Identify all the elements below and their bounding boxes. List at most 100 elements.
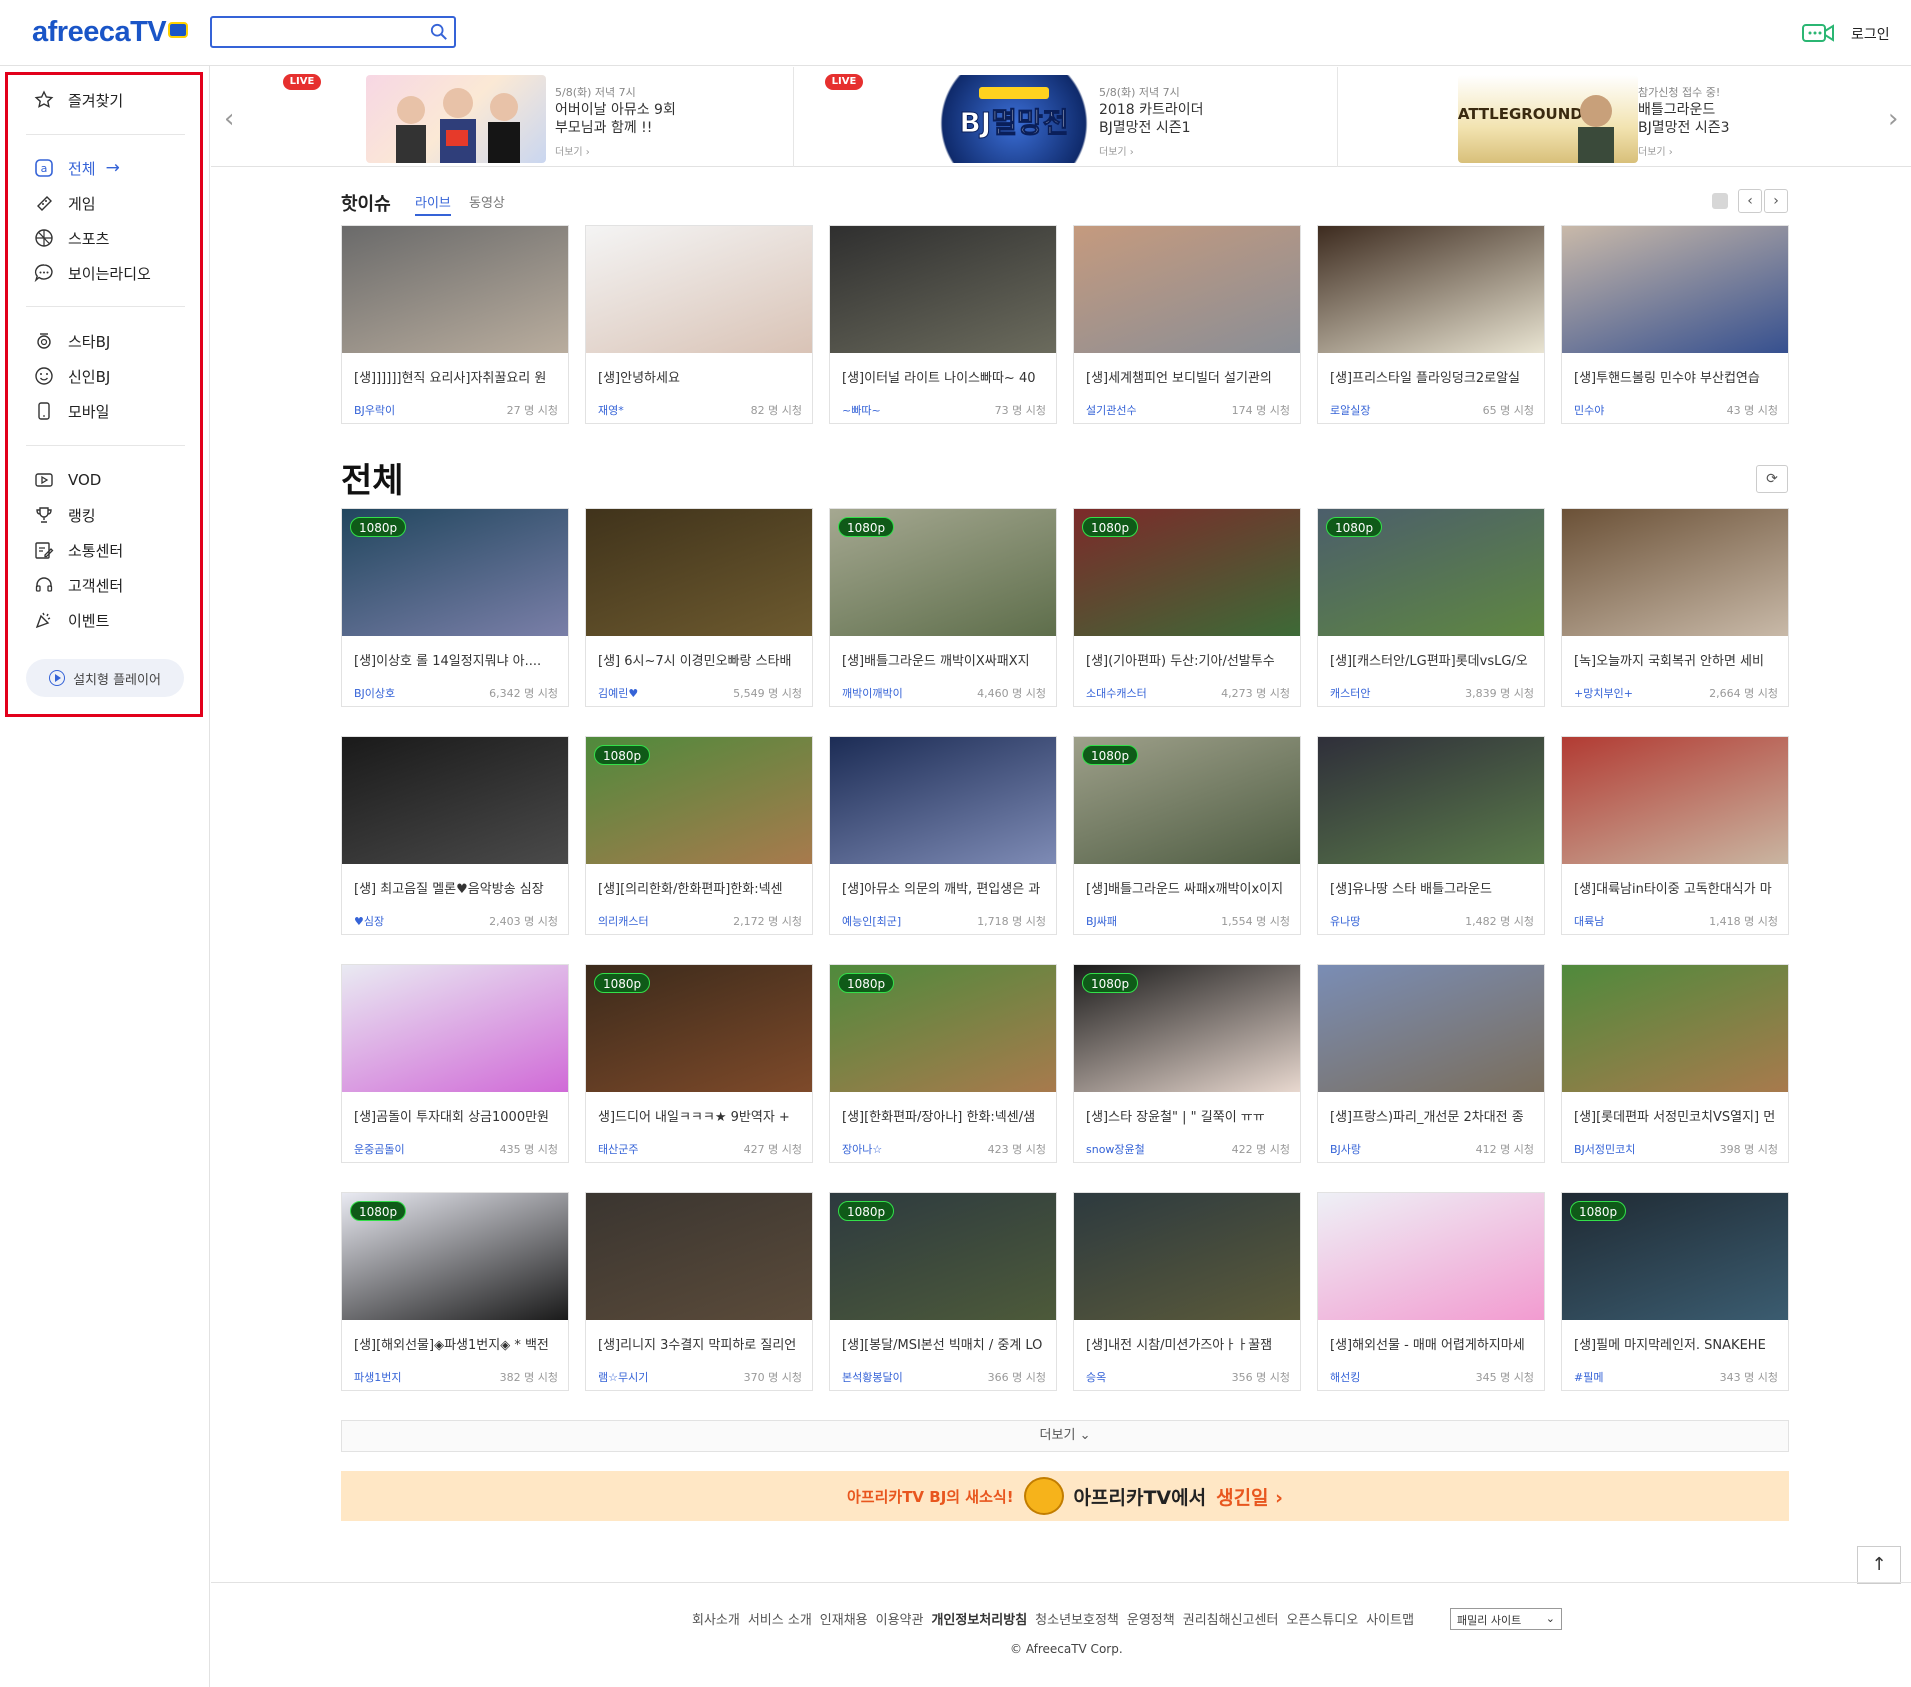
tab-video[interactable]: 동영상	[469, 192, 505, 211]
stream-card[interactable]: 1080p [생][캐스터안/LG편파]롯데vsLG/오 캐스터안 3,839 명 시…	[1317, 508, 1545, 707]
stream-title[interactable]: [생]필메 마지막레인저. SNAKEHE	[1574, 1334, 1778, 1353]
bj-nickname[interactable]: BJ우락이	[354, 402, 395, 418]
stream-title[interactable]: [생]안녕하세요	[598, 367, 802, 386]
stream-thumbnail[interactable]: 1080p	[1074, 965, 1300, 1092]
bj-nickname[interactable]: BJ싸패	[1086, 913, 1117, 929]
refresh-icon[interactable]: ⟳	[1756, 465, 1788, 493]
stream-title[interactable]: [생]대륙남in타이중 고독한대식가 마	[1574, 878, 1778, 897]
stream-title[interactable]: 생]드디어 내일ㅋㅋㅋ★ 9반역자 +	[598, 1106, 802, 1125]
stream-thumbnail[interactable]	[342, 226, 568, 353]
sidebar-item-all[interactable]: a 전체 →	[34, 157, 120, 179]
stream-card[interactable]: 1080p [생]배틀그라운드 깨박이X싸패X지 깨박이깨박이 4,460 명 시청	[829, 508, 1057, 707]
banner-more-link[interactable]: 더보기 ›	[555, 143, 590, 158]
bj-nickname[interactable]: 파생1번지	[354, 1369, 401, 1385]
bj-nickname[interactable]: ~빠따~	[842, 402, 881, 418]
footer-link[interactable]: 회사소개	[692, 1609, 740, 1628]
search-icon[interactable]	[430, 23, 448, 41]
stream-title[interactable]: [생]투핸드볼링 민수야 부산컵연습	[1574, 367, 1778, 386]
sidebar-item-star-bj[interactable]: 스타BJ	[34, 330, 110, 352]
stream-thumbnail[interactable]	[586, 1193, 812, 1320]
banner-more-link[interactable]: 더보기 ›	[1638, 143, 1673, 158]
banner-slot[interactable]: LIVE BJ멸망전 5/8(화) 저녁 7시 2018 카트라이더 BJ멸망전…	[794, 67, 1338, 167]
stream-card[interactable]: 1080p [생]필메 마지막레인저. SNAKEHE #필메 343 명 시청	[1561, 1192, 1789, 1391]
bj-nickname[interactable]: 깨박이깨박이	[842, 685, 903, 701]
bj-nickname[interactable]: ♥심장	[354, 913, 384, 929]
stream-title[interactable]: [생]곰돌이 투자대회 상금1000만원	[354, 1106, 558, 1125]
stream-title[interactable]: [생]이터널 라이트 나이스빠따~ 40	[842, 367, 1046, 386]
stream-title[interactable]: [생]스타 장윤철" | " 길쭉이 ㅠㅠ	[1086, 1106, 1290, 1125]
banner-slot[interactable]: LIVE 5/8(화) 저녁 7시 어버이날 아뮤소 9회 부모님과 함께 !!…	[211, 67, 794, 167]
login-link[interactable]: 로그인	[1851, 24, 1890, 44]
stream-thumbnail[interactable]	[1562, 509, 1788, 636]
stream-title[interactable]: [생]]]]]]현직 요리사]자취꿀요리 원	[354, 367, 558, 386]
stream-card[interactable]: [생] 최고음질 멜론♥음악방송 심장 ♥심장 2,403 명 시청	[341, 736, 569, 935]
bj-nickname[interactable]: 설기관선수	[1086, 402, 1137, 418]
stream-card[interactable]: 1080p [생][봉달/MSI본선 빅매치 / 중계 LO 본석황봉달이 366 명…	[829, 1192, 1057, 1391]
stream-card[interactable]: [생]투핸드볼링 민수야 부산컵연습 민수야 43 명 시청	[1561, 225, 1789, 424]
stream-title[interactable]: [생]리니지 3수결지 막피하로 질리언	[598, 1334, 802, 1353]
stream-title[interactable]: [생][해외선물]◈파생1번지◈ * 백전	[354, 1334, 558, 1353]
stream-thumbnail[interactable]: 1080p	[830, 965, 1056, 1092]
stream-card[interactable]: [생]]]]]]현직 요리사]자취꿀요리 원 BJ우락이 27 명 시청	[341, 225, 569, 424]
stream-title[interactable]: [생][캐스터안/LG편파]롯데vsLG/오	[1330, 650, 1534, 669]
stream-title[interactable]: [생] 6시~7시 이경민오빠랑 스타배	[598, 650, 802, 669]
sidebar-item-mobile[interactable]: 모바일	[34, 400, 109, 422]
stream-title[interactable]: [생]내전 시참/미션가즈아ㅏㅏ꿀잼	[1086, 1334, 1290, 1353]
stream-title[interactable]: [생]프랑스)파리_개선문 2차대전 종	[1330, 1106, 1534, 1125]
stream-title[interactable]: [생](기아편파) 두산:기아/선발투수	[1086, 650, 1290, 669]
bj-nickname[interactable]: #필메	[1574, 1369, 1603, 1385]
footer-link[interactable]: 운영정책	[1127, 1609, 1175, 1628]
footer-link[interactable]: 인재채용	[820, 1609, 868, 1628]
footer-link[interactable]: 청소년보호정책	[1035, 1609, 1119, 1628]
promo-banner[interactable]: 아프리카TV BJ의 새소식! 아프리카TV에서 생긴일 ›	[341, 1471, 1789, 1521]
stream-title[interactable]: [생]유나땅 스타 배틀그라운드	[1330, 878, 1534, 897]
stream-title[interactable]: [생]세계챔피언 보디빌더 설기관의	[1086, 367, 1290, 386]
bj-nickname[interactable]: +망치부인+	[1574, 685, 1633, 701]
bj-nickname[interactable]: 본석황봉달이	[842, 1369, 903, 1385]
stream-thumbnail[interactable]	[1562, 965, 1788, 1092]
sidebar-item-radio[interactable]: 보이는라디오	[34, 262, 151, 284]
stream-thumbnail[interactable]	[1074, 1193, 1300, 1320]
bj-nickname[interactable]: 램☆무시기	[598, 1369, 648, 1385]
stream-card[interactable]: [생]프리스타일 플라잉덩크2로알실 로알실장 65 명 시청	[1317, 225, 1545, 424]
sidebar-item-favorites[interactable]: 즐겨찾기	[34, 89, 123, 111]
stream-thumbnail[interactable]	[1074, 226, 1300, 353]
stream-card[interactable]: [생]해외선물 - 매매 어렵게하지마세 해선킹 345 명 시청	[1317, 1192, 1545, 1391]
sidebar-item-vod[interactable]: VOD	[34, 469, 101, 491]
stream-card[interactable]: 1080p [생][해외선물]◈파생1번지◈ * 백전 파생1번지 382 명 시청	[341, 1192, 569, 1391]
stream-card[interactable]: 1080p [생][한화편파/장아나] 한화:넥센/샘 장아나☆ 423 명 시청	[829, 964, 1057, 1163]
bj-nickname[interactable]: 승옥	[1086, 1369, 1106, 1385]
stream-title[interactable]: [생][봉달/MSI본선 빅매치 / 중계 LO	[842, 1334, 1046, 1353]
stream-thumbnail[interactable]	[586, 226, 812, 353]
bj-nickname[interactable]: 로알실장	[1330, 402, 1370, 418]
stream-title[interactable]: [생][롯데편파 서정민코치VS열지] 먼	[1574, 1106, 1778, 1125]
installed-player-button[interactable]: 설치형 플레이어	[26, 659, 184, 697]
sidebar-item-community[interactable]: 소통센터	[34, 539, 123, 561]
stream-title[interactable]: [생]배틀그라운드 깨박이X싸패X지	[842, 650, 1046, 669]
scroll-top-button[interactable]: ↑	[1857, 1546, 1901, 1584]
bj-nickname[interactable]: 재영*	[598, 402, 624, 418]
stream-thumbnail[interactable]	[1318, 737, 1544, 864]
sidebar-item-new-bj[interactable]: 신인BJ	[34, 365, 110, 387]
stream-card[interactable]: [생]세계챔피언 보디빌더 설기관의 설기관선수 174 명 시청	[1073, 225, 1301, 424]
stream-thumbnail[interactable]: 1080p	[1074, 737, 1300, 864]
stream-thumbnail[interactable]: 1080p	[830, 1193, 1056, 1320]
stream-card[interactable]: 1080p 생]드디어 내일ㅋㅋㅋ★ 9반역자 + 태산군주 427 명 시청	[585, 964, 813, 1163]
stream-thumbnail[interactable]	[586, 509, 812, 636]
banner-more-link[interactable]: 더보기 ›	[1099, 143, 1134, 158]
stream-thumbnail[interactable]	[1318, 1193, 1544, 1320]
stream-card[interactable]: [생] 6시~7시 이경민오빠랑 스타배 김예린♥ 5,549 명 시청	[585, 508, 813, 707]
stream-card[interactable]: [생]아뮤소 의문의 깨박, 편입생은 과 예능인[최군] 1,718 명 시청	[829, 736, 1057, 935]
sidebar-item-game[interactable]: 게임	[34, 192, 96, 214]
stream-title[interactable]: [생]해외선물 - 매매 어렵게하지마세	[1330, 1334, 1534, 1353]
stream-thumbnail[interactable]	[1562, 737, 1788, 864]
stream-card[interactable]: [생][롯데편파 서정민코치VS열지] 먼 BJ서정민코치 398 명 시청	[1561, 964, 1789, 1163]
stream-thumbnail[interactable]	[342, 965, 568, 1092]
stream-thumbnail[interactable]: 1080p	[342, 1193, 568, 1320]
bj-nickname[interactable]: BJ서정민코치	[1574, 1141, 1635, 1157]
hot-prev-button[interactable]: ‹	[1738, 189, 1762, 213]
bj-nickname[interactable]: 의리캐스터	[598, 913, 649, 929]
afreecatv-logo[interactable]: afreecaTV	[32, 16, 189, 49]
stream-card[interactable]: [녹]오늘까지 국회복귀 안하면 세비 +망치부인+ 2,664 명 시청	[1561, 508, 1789, 707]
stream-card[interactable]: [생]프랑스)파리_개선문 2차대전 종 BJ사랑 412 명 시청	[1317, 964, 1545, 1163]
